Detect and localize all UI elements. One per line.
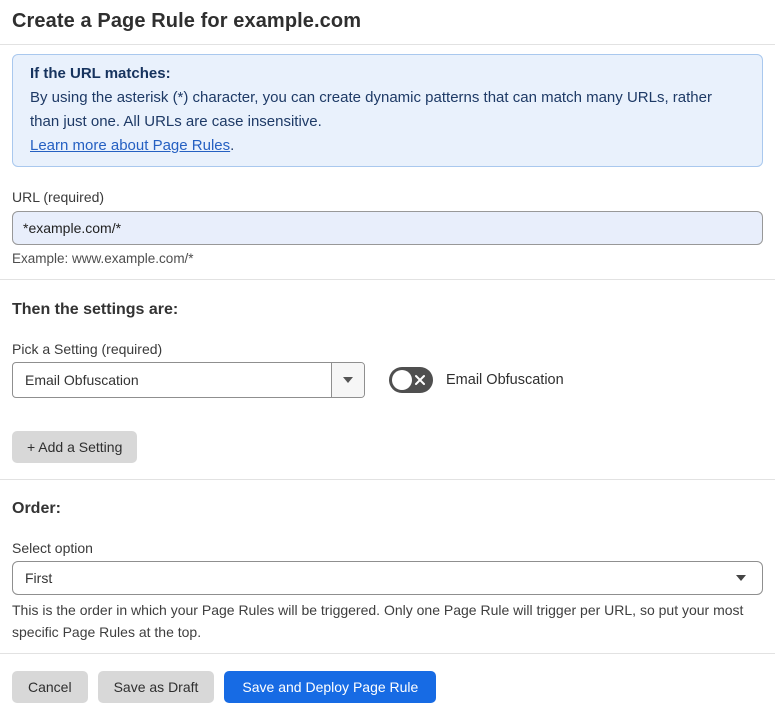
setting-select[interactable]: Email Obfuscation — [12, 362, 365, 398]
save-as-draft-button[interactable]: Save as Draft — [97, 671, 215, 703]
x-icon — [415, 375, 425, 385]
chevron-down-icon — [343, 377, 353, 383]
add-setting-button[interactable]: + Add a Setting — [12, 431, 138, 463]
email-obfuscation-toggle[interactable] — [389, 367, 433, 393]
footer-divider — [0, 653, 775, 654]
chevron-down-icon — [736, 575, 746, 581]
setting-row: Email Obfuscation Email Obfuscation — [12, 362, 763, 398]
url-example-helper: Example: www.example.com/* — [12, 251, 194, 266]
footer-actions: Cancel Save as Draft Save and Deploy Pag… — [12, 671, 763, 703]
learn-more-link[interactable]: Learn more about Page Rules — [30, 137, 230, 154]
pick-setting-label: Pick a Setting (required) — [12, 341, 163, 357]
info-box-body: By using the asterisk (*) character, you… — [30, 89, 712, 130]
save-and-deploy-button[interactable]: Save and Deploy Page Rule — [224, 671, 437, 703]
order-select-value: First — [25, 570, 53, 586]
page-title: Create a Page Rule for example.com — [12, 10, 362, 32]
cancel-button[interactable]: Cancel — [12, 671, 88, 703]
toggle-label: Email Obfuscation — [446, 372, 564, 388]
section-divider — [0, 479, 775, 480]
order-select-label: Select option — [12, 540, 93, 556]
order-helper-text: This is the order in which your Page Rul… — [12, 602, 744, 640]
info-box-heading: If the URL matches: — [30, 65, 171, 82]
url-input[interactable] — [12, 211, 763, 245]
section-divider — [0, 279, 775, 280]
toggle-knob — [392, 370, 412, 390]
link-period: . — [230, 137, 235, 154]
order-section-heading: Order: — [12, 500, 61, 517]
info-link-line: Learn more about Page Rules. — [30, 134, 745, 158]
setting-select-value: Email Obfuscation — [25, 372, 139, 388]
url-label: URL (required) — [12, 189, 105, 205]
create-page-rule-form: Create a Page Rule for example.com If th… — [0, 0, 775, 703]
title-divider — [0, 44, 775, 45]
url-match-info-box: If the URL matches: By using the asteris… — [12, 54, 763, 167]
dropdown-arrow-button[interactable] — [331, 363, 364, 397]
settings-section-heading: Then the settings are: — [12, 301, 179, 318]
order-select[interactable]: First — [12, 561, 763, 595]
